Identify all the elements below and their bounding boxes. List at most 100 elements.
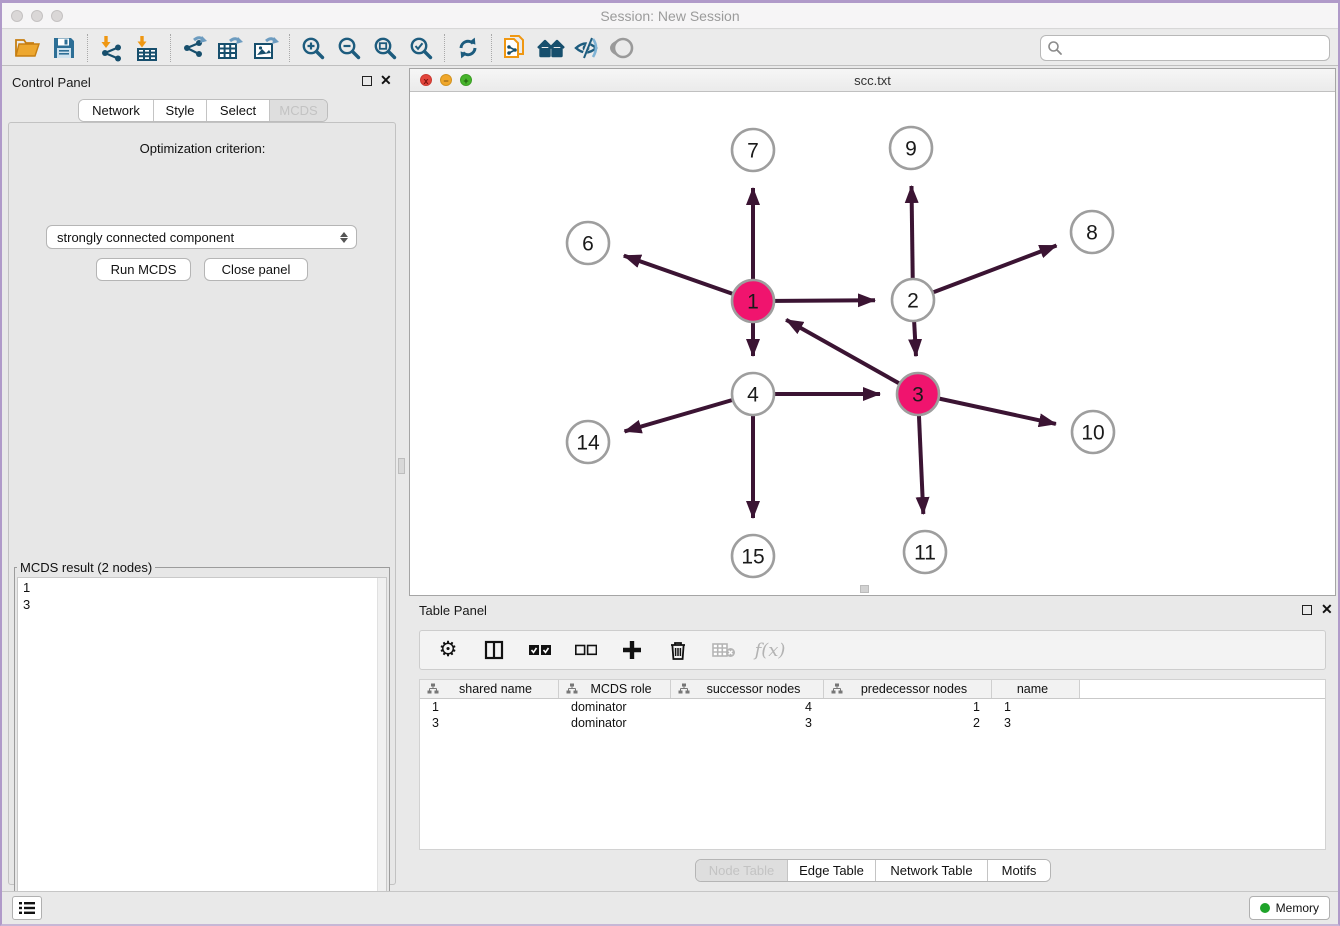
- network-window: x − + scc.txt 7968124314101511: [409, 68, 1336, 596]
- criterion-select[interactable]: strongly connected component: [46, 225, 357, 249]
- graph-node-label-10: 10: [1081, 422, 1104, 445]
- main-toolbar: [2, 30, 1338, 66]
- table-cell[interactable]: 1: [824, 699, 992, 715]
- export-table-icon[interactable]: [212, 32, 248, 64]
- memory-status-icon: [1260, 903, 1270, 913]
- table-row[interactable]: 3dominator323: [420, 715, 1325, 731]
- home-icon[interactable]: [533, 32, 569, 64]
- column-header-predecessor-nodes[interactable]: predecessor nodes: [824, 680, 992, 698]
- tab-node-table[interactable]: Node Table: [696, 860, 788, 881]
- close-panel-button[interactable]: Close panel: [204, 258, 308, 281]
- control-panel-title: Control Panel: [12, 75, 91, 90]
- table-row[interactable]: 1dominator411: [420, 699, 1325, 715]
- table-cell[interactable]: dominator: [559, 715, 671, 731]
- chevron-updown-icon: [340, 232, 348, 243]
- settings-gear-icon[interactable]: ⚙: [436, 638, 460, 662]
- graph-node-label-4: 4: [747, 384, 759, 407]
- mcds-result-line: 3: [23, 596, 386, 613]
- select-all-icon[interactable]: [528, 638, 552, 662]
- delete-icon[interactable]: [666, 638, 690, 662]
- graph-node-label-2: 2: [907, 290, 919, 313]
- toolbar-separator: [87, 34, 88, 62]
- table-cell[interactable]: 1: [420, 699, 559, 715]
- table-cell[interactable]: 3: [420, 715, 559, 731]
- graph-edge-2-8[interactable]: [913, 246, 1057, 301]
- toolbar-separator: [289, 34, 290, 62]
- application-window: Session: New Session: [0, 0, 1340, 926]
- node-table-header: shared name MCDS role successor nodes pr…: [420, 680, 1325, 699]
- search-input[interactable]: [1063, 40, 1323, 55]
- export-image-icon[interactable]: [248, 32, 284, 64]
- function-icon: f(x): [758, 638, 782, 662]
- graph-node-label-3: 3: [912, 384, 924, 407]
- tree-icon: [566, 683, 578, 695]
- deselect-all-icon[interactable]: [574, 638, 598, 662]
- search-icon: [1047, 40, 1063, 56]
- close-panel-icon[interactable]: ✕: [380, 72, 392, 88]
- zoom-out-icon[interactable]: [331, 32, 367, 64]
- tab-network[interactable]: Network: [79, 100, 154, 121]
- table-cell[interactable]: dominator: [559, 699, 671, 715]
- network-canvas-svg[interactable]: 7968124314101511: [410, 92, 1335, 595]
- tab-network-table[interactable]: Network Table: [876, 860, 988, 881]
- column-header-successor-nodes[interactable]: successor nodes: [671, 680, 824, 698]
- graph-node-label-1: 1: [747, 291, 759, 314]
- columns-icon[interactable]: [482, 638, 506, 662]
- graph-node-label-9: 9: [905, 138, 917, 161]
- column-header-shared-name[interactable]: shared name: [420, 680, 559, 698]
- horizontal-divider-handle[interactable]: [860, 585, 869, 593]
- graph-node-label-15: 15: [741, 546, 764, 569]
- table-cell[interactable]: 2: [824, 715, 992, 731]
- zoom-fit-icon[interactable]: [367, 32, 403, 64]
- table-cell[interactable]: 3: [992, 715, 1080, 731]
- tree-icon: [678, 683, 690, 695]
- list-icon: [18, 901, 36, 915]
- hide-panel-icon[interactable]: [569, 32, 605, 64]
- float-panel-icon[interactable]: [362, 76, 372, 86]
- table-tabs: Node Table Edge Table Network Table Moti…: [695, 859, 1051, 882]
- tab-select[interactable]: Select: [207, 100, 270, 121]
- memory-button[interactable]: Memory: [1249, 896, 1330, 920]
- toolbar-separator: [170, 34, 171, 62]
- zoom-selected-icon[interactable]: [403, 32, 439, 64]
- run-mcds-button[interactable]: Run MCDS: [96, 258, 191, 281]
- mcds-result-textarea[interactable]: 1 3: [17, 577, 387, 926]
- network-window-titlebar[interactable]: x − + scc.txt: [410, 69, 1335, 92]
- graph-edge-3-1[interactable]: [786, 320, 918, 394]
- tab-style[interactable]: Style: [154, 100, 207, 121]
- control-panel: Control Panel ✕ Network Style Select MCD…: [2, 67, 403, 896]
- table-cell[interactable]: 3: [671, 715, 824, 731]
- tab-mcds[interactable]: MCDS: [270, 100, 327, 121]
- import-network-icon[interactable]: [93, 32, 129, 64]
- close-table-panel-icon[interactable]: ✕: [1321, 601, 1333, 617]
- add-icon[interactable]: [620, 638, 644, 662]
- search-box: [1040, 35, 1330, 61]
- graph-node-label-6: 6: [582, 233, 594, 256]
- network-file-icon[interactable]: [497, 32, 533, 64]
- tab-edge-table[interactable]: Edge Table: [788, 860, 876, 881]
- refresh-icon[interactable]: [450, 32, 486, 64]
- export-network-icon[interactable]: [176, 32, 212, 64]
- delete-table-icon: [712, 638, 736, 662]
- window-titlebar: Session: New Session: [2, 3, 1338, 29]
- mcds-result-line: 1: [23, 579, 386, 596]
- column-header-name[interactable]: name: [992, 680, 1080, 698]
- table-cell[interactable]: 1: [992, 699, 1080, 715]
- eye-icon[interactable]: [605, 32, 641, 64]
- task-list-button[interactable]: [12, 896, 42, 920]
- import-table-icon[interactable]: [129, 32, 165, 64]
- mcds-result-label: MCDS result (2 nodes): [17, 560, 155, 575]
- tab-motifs[interactable]: Motifs: [988, 860, 1050, 881]
- zoom-in-icon[interactable]: [295, 32, 331, 64]
- column-header-mcds-role[interactable]: MCDS role: [559, 680, 671, 698]
- graph-node-label-7: 7: [747, 140, 759, 163]
- open-file-icon[interactable]: [10, 32, 46, 64]
- table-panel-title: Table Panel: [419, 603, 487, 618]
- result-scrollbar[interactable]: [377, 578, 386, 926]
- float-table-panel-icon[interactable]: [1302, 605, 1312, 615]
- node-table: shared name MCDS role successor nodes pr…: [419, 679, 1326, 850]
- split-divider-handle[interactable]: [398, 458, 405, 474]
- status-bar: Memory: [2, 891, 1338, 924]
- table-cell[interactable]: 4: [671, 699, 824, 715]
- save-session-icon[interactable]: [46, 32, 82, 64]
